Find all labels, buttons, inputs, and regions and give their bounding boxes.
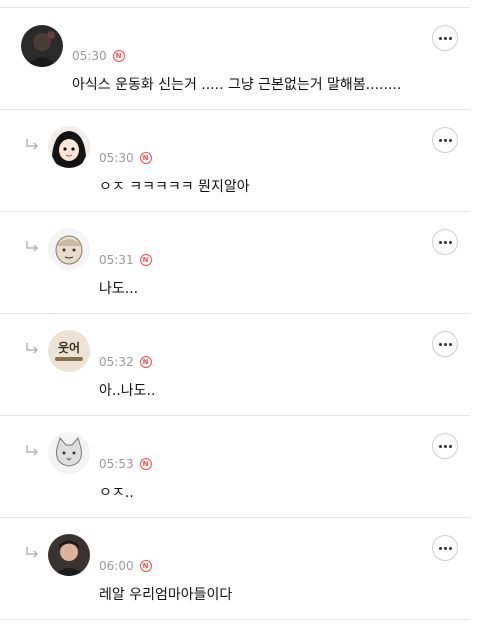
comment-meta: 05:30 N [99,151,152,165]
comment-text: 아..나도.. [99,383,156,399]
timestamp: 05:30 [99,151,134,165]
reply-item: 05:30 N ㅇㅈ ㅋㅋㅋㅋㅋ 뭔지알아 [0,110,470,212]
new-badge-icon: N [139,254,152,266]
comment-text: 레알 우리엄마아들이다 [99,587,233,603]
timestamp: 05:53 [99,457,134,471]
cartoon-face-avatar-icon[interactable] [48,228,90,270]
reply-arrow-icon [25,343,39,355]
timestamp: 05:32 [99,355,134,369]
more-dots-icon [443,342,447,346]
more-dots-icon [438,138,442,142]
comment-thread: 05:30 N 아식스 운동화 신는거 ..... 그냥 근본없는거 말해봄..… [0,0,480,634]
text-sticker-avatar-icon[interactable]: 웃어 [48,330,90,372]
more-dots-icon [443,138,447,142]
more-options-button[interactable] [432,127,458,153]
more-dots-icon [443,36,447,40]
more-dots-icon [448,546,452,550]
comment-meta: 05:53 N [99,457,152,471]
comment-meta: 05:30 N [72,49,125,63]
comment-text: ㅇㅈ.. [99,485,134,501]
comment-text: 아식스 운동화 신는거 ..... 그냥 근본없는거 말해봄........ [72,77,402,93]
avatar-sticker-text: 웃어 [58,340,80,355]
more-dots-icon [443,240,447,244]
timestamp: 05:31 [99,253,134,267]
new-badge-icon: N [139,152,152,164]
timestamp: 06:00 [99,559,134,573]
more-options-button[interactable] [432,229,458,255]
person-photo-avatar-icon[interactable] [48,534,90,576]
more-dots-icon [438,240,442,244]
more-dots-icon [438,444,442,448]
comment-meta: 05:31 N [99,253,152,267]
new-badge-icon: N [139,458,152,470]
comment-text: 나도... [99,281,139,297]
reply-arrow-icon [25,241,39,253]
more-dots-icon [448,342,452,346]
more-dots-icon [448,138,452,142]
comment-item: 05:30 N 아식스 운동화 신는거 ..... 그냥 근본없는거 말해봄..… [0,8,470,110]
comment-meta: 05:32 N [99,355,152,369]
reply-item: 05:53 N ㅇㅈ.. [0,416,470,518]
more-dots-icon [438,36,442,40]
reply-arrow-icon [25,139,39,151]
dark-photo-avatar-icon[interactable] [21,25,63,67]
more-options-button[interactable] [432,331,458,357]
reply-item: 05:31 N 나도... [0,212,470,314]
reply-arrow-icon [25,445,39,457]
more-dots-icon [448,444,452,448]
reply-arrow-icon [25,547,39,559]
comment-meta: 06:00 N [99,559,152,573]
more-dots-icon [448,240,452,244]
more-dots-icon [438,546,442,550]
anime-girl-avatar-icon[interactable] [48,126,90,168]
more-dots-icon [443,546,447,550]
new-badge-icon: N [112,50,125,62]
timestamp: 05:30 [72,49,107,63]
new-badge-icon: N [139,356,152,368]
more-dots-icon [438,342,442,346]
cat-sketch-avatar-icon[interactable] [48,432,90,474]
more-options-button[interactable] [432,25,458,51]
reply-item: 웃어 05:32 N 아..나도.. [0,314,470,416]
reply-item: 06:00 N 레알 우리엄마아들이다 [0,518,470,620]
new-badge-icon: N [139,560,152,572]
more-options-button[interactable] [432,535,458,561]
more-dots-icon [448,36,452,40]
more-options-button[interactable] [432,433,458,459]
more-dots-icon [443,444,447,448]
comment-text: ㅇㅈ ㅋㅋㅋㅋㅋ 뭔지알아 [99,179,250,195]
